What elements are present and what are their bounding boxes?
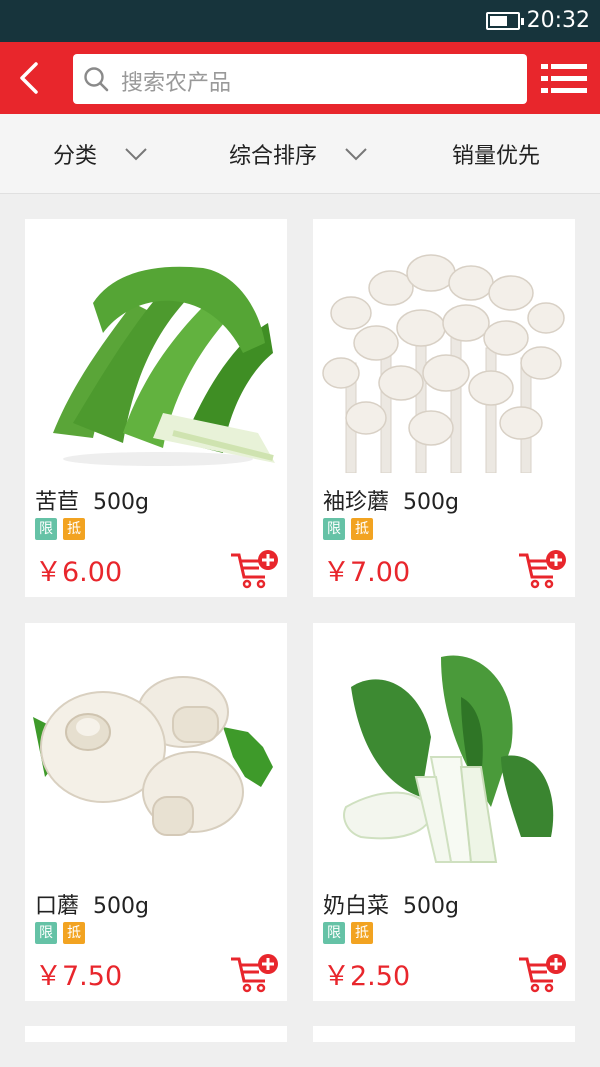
tag-limited: 限 bbox=[323, 518, 345, 540]
product-card-partial[interactable] bbox=[313, 1026, 575, 1042]
tag-limited: 限 bbox=[323, 922, 345, 944]
filter-category[interactable]: 分类 bbox=[53, 114, 147, 194]
search-placeholder: 搜索农产品 bbox=[121, 71, 232, 96]
product-tags: 限 抵 bbox=[323, 922, 373, 944]
product-name: 口蘑 500g bbox=[35, 894, 149, 919]
tag-deduct: 抵 bbox=[63, 518, 85, 540]
search-icon bbox=[84, 67, 109, 92]
tag-deduct: 抵 bbox=[351, 518, 373, 540]
add-to-cart-icon[interactable] bbox=[229, 953, 279, 993]
product-image-white-beech-mushroom bbox=[321, 233, 567, 473]
filter-bar: 分类 综合排序 销量优先 bbox=[0, 114, 600, 194]
search-input[interactable]: 搜索农产品 bbox=[73, 54, 527, 104]
header-bar: 搜索农产品 bbox=[0, 42, 600, 114]
add-to-cart-icon[interactable] bbox=[517, 549, 567, 589]
chevron-down-icon bbox=[125, 148, 147, 161]
tag-deduct: 抵 bbox=[351, 922, 373, 944]
product-tags: 限 抵 bbox=[323, 518, 373, 540]
filter-category-label: 分类 bbox=[53, 144, 98, 169]
battery-icon bbox=[486, 12, 524, 30]
status-bar: 20:32 bbox=[0, 0, 600, 42]
product-image-button-mushroom bbox=[33, 637, 279, 877]
product-price: ￥7.00 bbox=[323, 557, 411, 588]
product-image-endive bbox=[33, 233, 279, 473]
chevron-left-icon[interactable] bbox=[8, 56, 52, 100]
filter-sort-label: 综合排序 bbox=[229, 144, 318, 169]
product-price: ￥2.50 bbox=[323, 961, 411, 992]
product-card[interactable]: 口蘑 500g 限 抵 ￥7.50 bbox=[25, 623, 287, 1001]
add-to-cart-icon[interactable] bbox=[229, 549, 279, 589]
status-time: 20:32 bbox=[526, 8, 590, 33]
tag-deduct: 抵 bbox=[63, 922, 85, 944]
tag-limited: 限 bbox=[35, 922, 57, 944]
tag-limited: 限 bbox=[35, 518, 57, 540]
product-card[interactable]: 袖珍蘑 500g 限 抵 ￥7.00 bbox=[313, 219, 575, 597]
product-name: 袖珍蘑 500g bbox=[323, 490, 459, 515]
product-name: 奶白菜 500g bbox=[323, 894, 459, 919]
filter-sales-first[interactable]: 销量优先 bbox=[452, 114, 540, 194]
product-price: ￥6.00 bbox=[35, 557, 123, 588]
filter-sort[interactable]: 综合排序 bbox=[229, 114, 367, 194]
product-card-partial[interactable] bbox=[25, 1026, 287, 1042]
add-to-cart-icon[interactable] bbox=[517, 953, 567, 993]
product-card[interactable]: 苦苣 500g 限 抵 ￥6.00 bbox=[25, 219, 287, 597]
product-price: ￥7.50 bbox=[35, 961, 123, 992]
filter-sales-label: 销量优先 bbox=[452, 144, 541, 169]
product-name: 苦苣 500g bbox=[35, 490, 149, 515]
product-image-bok-choy bbox=[321, 637, 567, 877]
product-tags: 限 抵 bbox=[35, 922, 85, 944]
menu-icon[interactable] bbox=[541, 64, 587, 94]
chevron-down-icon bbox=[345, 148, 367, 161]
product-tags: 限 抵 bbox=[35, 518, 85, 540]
product-card[interactable]: 奶白菜 500g 限 抵 ￥2.50 bbox=[313, 623, 575, 1001]
